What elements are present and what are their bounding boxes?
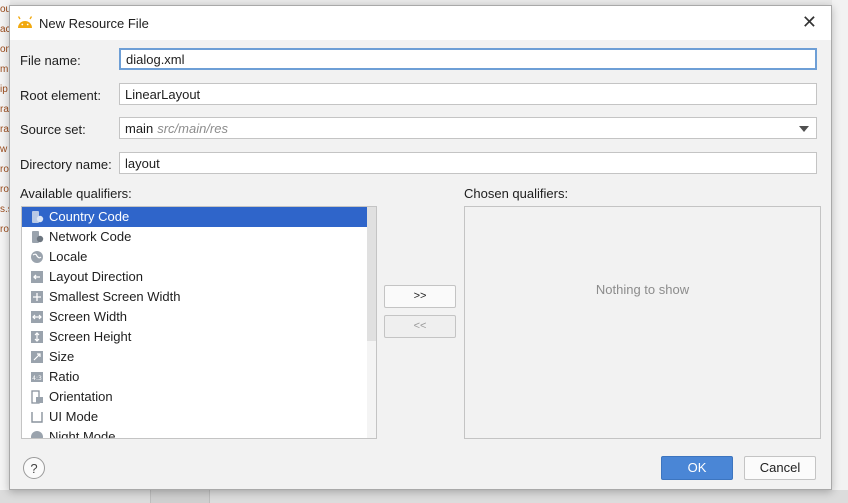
bg-text: ro (0, 184, 9, 195)
cancel-button[interactable]: Cancel (744, 456, 816, 480)
qualifier-item-layout-direction[interactable]: Layout Direction (22, 267, 376, 287)
root-element-label: Root element: (20, 88, 101, 103)
qualifier-label: Night Mode (49, 429, 116, 439)
directory-name-label: Directory name: (20, 157, 112, 172)
file-name-input[interactable] (119, 48, 817, 70)
qualifier-item-ratio[interactable]: 4:3 Ratio (22, 367, 376, 387)
source-set-hint: src/main/res (157, 121, 228, 136)
scroll-thumb[interactable] (367, 207, 376, 341)
qualifier-label: Orientation (49, 389, 113, 404)
bg-text: ra (0, 124, 9, 135)
chosen-qualifiers-list[interactable]: Nothing to show (464, 206, 821, 439)
qualifier-item-orientation[interactable]: Orientation (22, 387, 376, 407)
chevron-down-icon (799, 126, 809, 132)
screen-height-icon (31, 331, 43, 343)
new-resource-file-dialog: New Resource File ✕ File name: Root elem… (9, 5, 832, 490)
bg-text: ro (0, 164, 9, 175)
qualifier-item-screen-height[interactable]: Screen Height (22, 327, 376, 347)
qualifier-label: Smallest Screen Width (49, 289, 181, 304)
ide-bottom-segment (150, 490, 210, 503)
directory-name-input[interactable] (119, 152, 817, 174)
qualifier-item-locale[interactable]: Locale (22, 247, 376, 267)
orientation-icon (31, 390, 43, 404)
file-name-label: File name: (20, 53, 81, 68)
ok-button[interactable]: OK (661, 456, 733, 480)
screen-width-icon (31, 311, 43, 323)
add-qualifier-button[interactable]: >> (384, 285, 456, 308)
android-icon (17, 16, 33, 28)
bg-text: m (0, 64, 9, 75)
size-icon (31, 351, 43, 363)
dialog-titlebar: New Resource File ✕ (10, 6, 831, 40)
qualifier-item-smallest-screen-width[interactable]: Smallest Screen Width (22, 287, 376, 307)
qualifier-item-network-code[interactable]: Network Code (22, 227, 376, 247)
ratio-icon: 4:3 (31, 372, 43, 382)
source-set-select[interactable]: main src/main/res (119, 117, 817, 139)
qualifier-item-night-mode[interactable]: Night Mode (22, 427, 376, 439)
qualifier-label: Locale (49, 249, 88, 264)
ui-mode-icon (31, 412, 43, 423)
qualifier-item-ui-mode[interactable]: UI Mode (22, 407, 376, 427)
svg-text:4:3: 4:3 (32, 375, 42, 382)
smallest-width-icon (31, 291, 43, 303)
remove-qualifier-button[interactable]: << (384, 315, 456, 338)
bg-text: ra (0, 104, 9, 115)
bg-text: ip (0, 84, 8, 95)
ide-right-strip (832, 0, 848, 503)
source-set-value: main (125, 121, 154, 136)
qualifier-label: Size (49, 349, 75, 364)
network-code-icon (32, 231, 44, 243)
root-element-input[interactable] (119, 83, 817, 105)
layout-direction-icon (31, 271, 43, 283)
night-mode-icon (31, 431, 43, 438)
qualifier-label: Network Code (49, 229, 132, 244)
country-code-icon (32, 211, 44, 223)
qualifier-label: Screen Height (49, 329, 132, 344)
bg-text: w (0, 144, 8, 155)
qualifier-item-size[interactable]: Size (22, 347, 376, 367)
qualifier-item-country-code[interactable]: Country Code (22, 207, 376, 227)
available-qualifiers-label: Available qualifiers: (20, 186, 132, 201)
qualifier-label: Layout Direction (49, 269, 143, 284)
chosen-qualifiers-label: Chosen qualifiers: (464, 186, 569, 201)
globe-icon (31, 251, 43, 263)
ide-bottom-strip (0, 490, 848, 503)
empty-state-text: Nothing to show (595, 282, 690, 297)
close-icon[interactable]: ✕ (802, 12, 817, 33)
available-qualifiers-list[interactable]: Country Code Network Code Locale Layout … (21, 206, 377, 439)
qualifier-label: Ratio (49, 369, 80, 384)
qualifier-item-screen-width[interactable]: Screen Width (22, 307, 376, 327)
source-set-label: Source set: (20, 122, 86, 137)
list-scrollbar[interactable] (367, 207, 376, 438)
dialog-title: New Resource File (39, 16, 149, 31)
help-button[interactable]: ? (23, 457, 45, 479)
qualifier-label: Screen Width (49, 309, 128, 324)
bg-text: ro (0, 224, 9, 235)
qualifier-label: Country Code (49, 209, 130, 224)
qualifier-label: UI Mode (49, 409, 99, 424)
